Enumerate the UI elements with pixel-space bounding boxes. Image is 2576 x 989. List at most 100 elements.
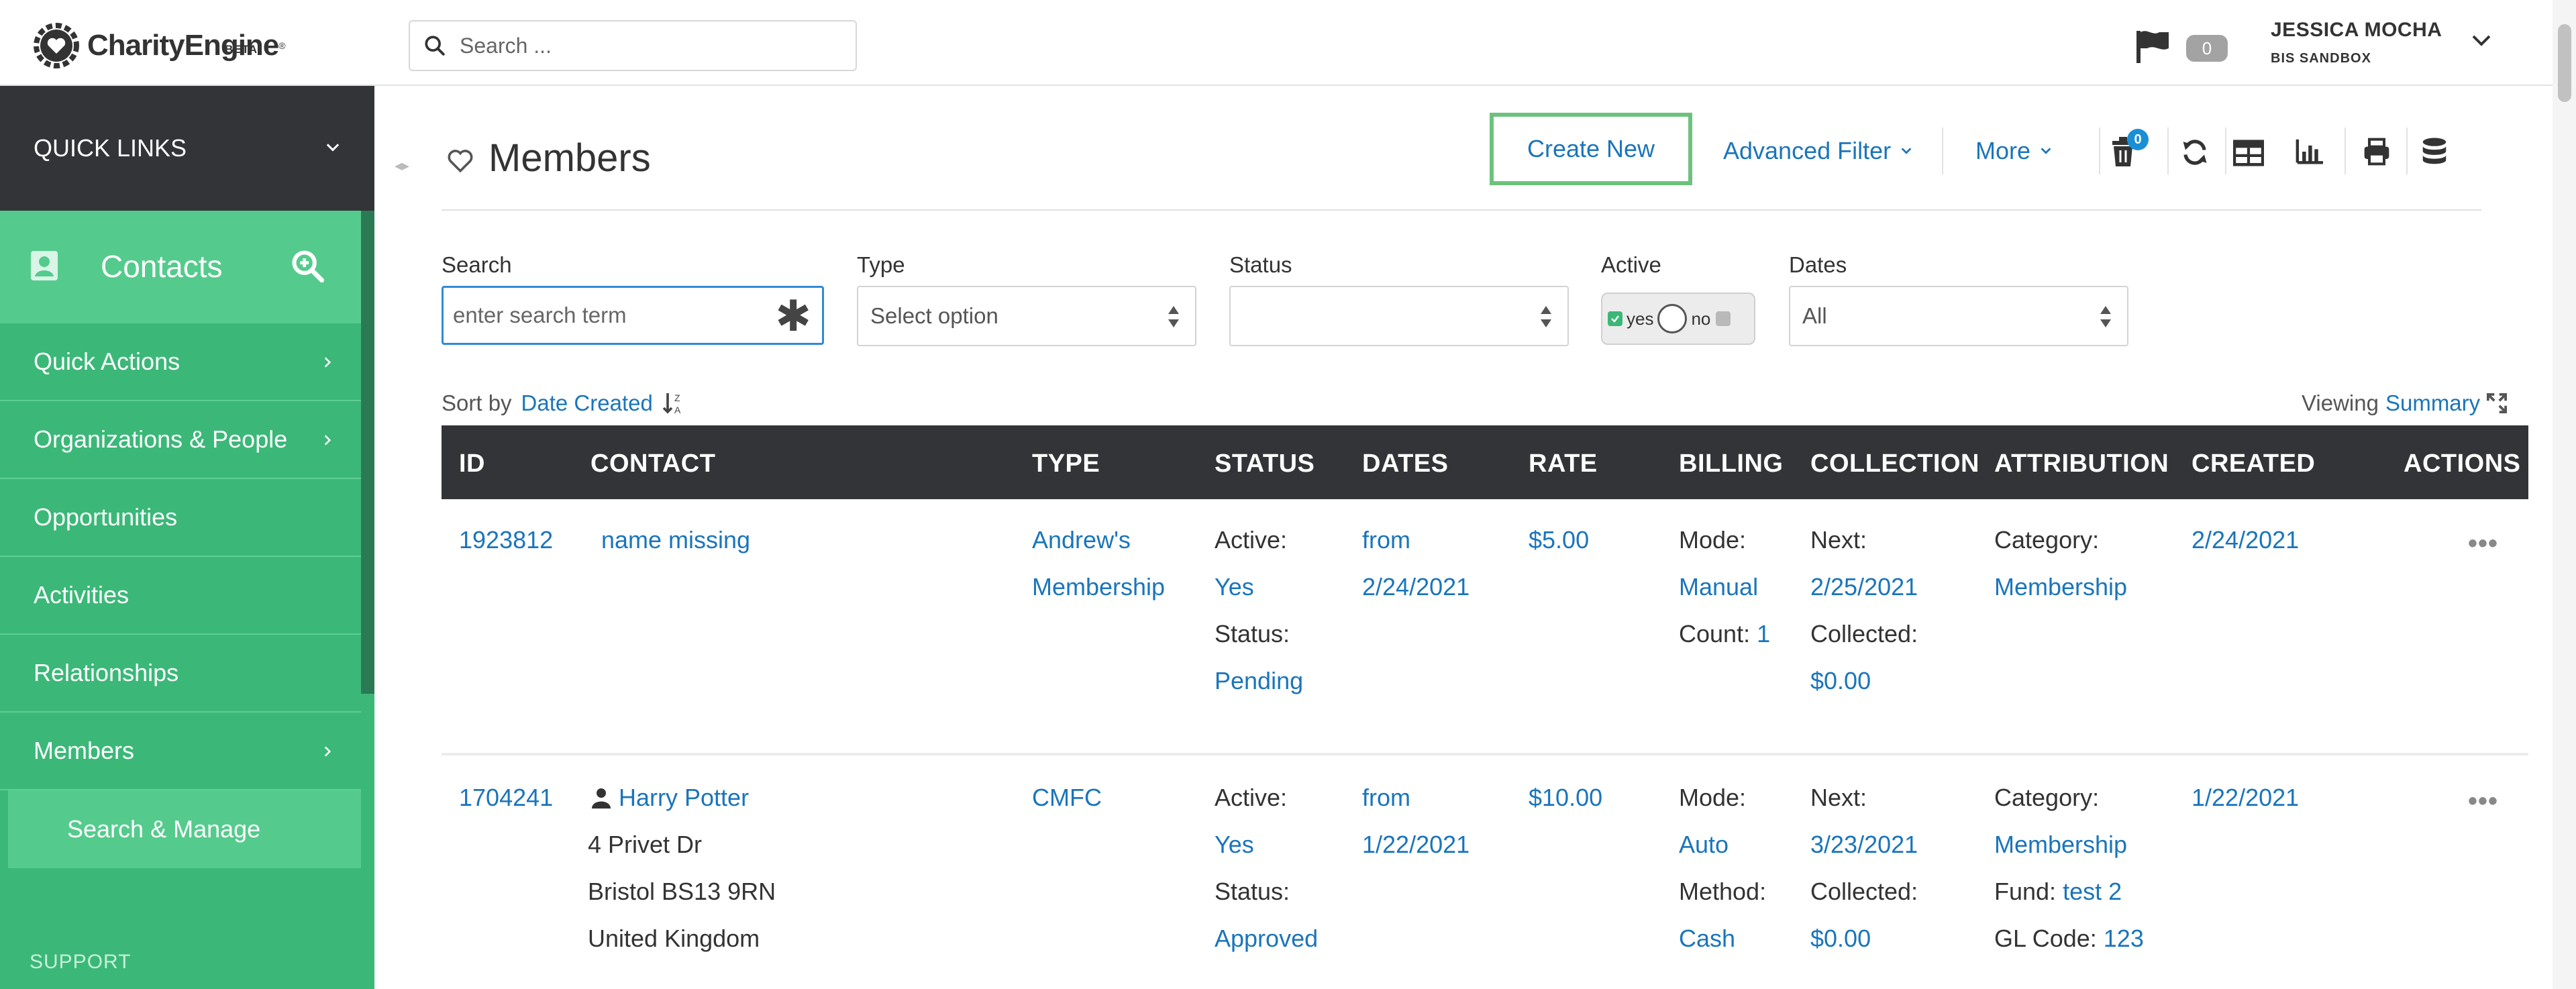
member-search-field[interactable]: ✱ [442,286,824,345]
viewing-label: Viewing [2302,391,2379,415]
member-id-link[interactable]: 1923812 [459,526,553,554]
attribution-category-value[interactable]: Membership [1994,831,2127,858]
sidebar-item-quick-actions[interactable]: Quick Actions [0,323,361,401]
status-active-value[interactable]: Yes [1215,831,1254,858]
row-actions-ellipsis-icon[interactable]: ••• [2468,529,2498,559]
sidebar-item-label: Organizations & People [34,425,288,453]
select-sort-icon [1168,306,1179,327]
collection-next-value[interactable]: 3/23/2021 [1810,831,1918,858]
sort-field-link[interactable]: Date Created [521,391,653,416]
collection-collected-value[interactable]: $0.00 [1810,925,1871,952]
billing-mode-value[interactable]: Auto [1679,831,1729,858]
zoom-search-icon[interactable] [290,248,325,283]
quick-links-header[interactable]: QUICK LINKS [0,86,374,211]
sort-descending-icon[interactable]: ZA [662,392,684,415]
dates-line: from [1362,784,1410,811]
type-select-value: Select option [870,303,998,328]
billing-count-value[interactable]: 1 [1757,620,1770,647]
membership-type-link[interactable]: CMFC [1032,784,1102,811]
billing-label: Mode: [1679,526,1747,554]
column-header-status[interactable]: STATUS [1215,450,1315,478]
sidebar-item-relationships[interactable]: Relationships [0,635,361,713]
sidebar-item-label: Activities [34,581,130,609]
column-header-attribution[interactable]: ATTRIBUTION [1994,450,2169,478]
create-new-button[interactable]: Create New [1490,113,1692,185]
sidebar-item-opportunities[interactable]: Opportunities [0,479,361,557]
status-value[interactable]: Pending [1215,667,1303,694]
print-icon[interactable] [2362,137,2391,166]
active-toggle[interactable]: yes no [1601,293,1755,345]
dates-select-value: All [1802,303,1827,328]
sidebar-item-organizations-people[interactable]: Organizations & People [0,401,361,479]
address-line: 4 Privet Dr [588,831,703,858]
more-dropdown[interactable]: More [1975,137,2053,165]
bar-chart-icon[interactable] [2295,138,2324,165]
column-header-created[interactable]: CREATED [2192,450,2315,478]
viewing-mode-link[interactable]: Summary [2385,391,2480,416]
created-date-link[interactable]: 1/22/2021 [2192,784,2299,811]
billing-method-value[interactable]: Cash [1679,925,1735,952]
toolbar-divider [2167,127,2169,174]
sidebar-item-members[interactable]: Members [0,713,361,790]
chevron-right-icon [324,746,331,757]
collection-next-value[interactable]: 2/25/2021 [1810,573,1918,601]
contact-name-link[interactable]: Harry Potter [619,784,749,811]
table-view-icon[interactable] [2233,140,2264,166]
member-id-link[interactable]: 1704241 [459,784,553,811]
notification-count-badge[interactable]: 0 [2186,35,2228,62]
favorite-heart-icon[interactable] [447,149,474,173]
attribution-category-value[interactable]: Membership [1994,573,2127,601]
dates-select[interactable]: All [1789,286,2128,346]
created-date-link[interactable]: 2/24/2021 [2192,526,2299,554]
expand-icon[interactable] [2487,393,2508,413]
type-select[interactable]: Select option [857,286,1196,346]
table-row: 1704241 Harry Potter 4 Privet Dr Bristol… [442,756,2528,989]
toolbar-divider [2099,127,2100,174]
member-search-input[interactable] [453,303,775,328]
column-header-type[interactable]: TYPE [1032,450,1100,478]
sidebar-item-activities[interactable]: Activities [0,557,361,635]
status-value[interactable]: Approved [1215,925,1318,952]
rate-link[interactable]: $5.00 [1529,526,1589,554]
column-header-dates[interactable]: DATES [1362,450,1448,478]
select-sort-icon [1541,306,1551,327]
flag-icon[interactable] [2134,30,2171,63]
contacts-section-header[interactable]: Contacts [0,211,361,323]
collection-collected-value[interactable]: $0.00 [1810,667,1871,694]
dates-link[interactable]: from 2/24/2021 [1362,526,1470,601]
refresh-icon[interactable] [2181,138,2209,166]
database-icon[interactable] [2421,137,2448,168]
user-name[interactable]: JESSICA MOCHA [2271,19,2442,42]
chevron-down-icon [326,144,340,152]
collapse-sidebar-arrows-icon[interactable]: ◂▸ [395,157,409,174]
column-header-contact[interactable]: CONTACT [590,450,715,478]
page-scrollbar-thumb[interactable] [2558,24,2571,102]
advanced-filter-dropdown[interactable]: Advanced Filter [1723,137,1914,165]
status-active-value[interactable]: Yes [1215,573,1254,601]
row-actions-ellipsis-icon[interactable]: ••• [2468,786,2498,817]
support-section-label[interactable]: SUPPORT [30,951,131,974]
sidebar-scrollbar[interactable] [361,211,374,694]
rate-link[interactable]: $10.00 [1529,784,1602,811]
dates-link[interactable]: from 1/22/2021 [1362,784,1470,858]
page-scrollbar[interactable] [2553,0,2576,989]
billing-label: Count: [1679,620,1751,647]
column-header-collection[interactable]: COLLECTION [1810,450,1979,478]
global-search-input[interactable] [460,33,849,58]
attribution-fund-value[interactable]: test 2 [2063,878,2122,905]
column-header-id[interactable]: ID [459,450,485,478]
column-header-rate[interactable]: RATE [1529,450,1598,478]
chevron-right-icon [324,435,331,446]
contact-name-link[interactable]: name missing [601,526,750,554]
sidebar-subitem-search-manage[interactable]: Search & Manage [8,790,361,868]
status-select[interactable] [1229,286,1569,346]
membership-type-link[interactable]: Andrew's Membership [1032,526,1165,601]
global-search[interactable] [409,20,857,71]
user-menu-chevron-down-icon[interactable] [2469,28,2493,52]
column-header-billing[interactable]: BILLING [1679,450,1783,478]
active-yes-label: yes [1627,308,1654,329]
asterisk-icon[interactable]: ✱ [775,295,811,337]
attribution-glcode-value[interactable]: 123 [2104,925,2144,952]
toggle-knob[interactable] [1657,304,1688,333]
billing-mode-value[interactable]: Manual [1679,573,1758,601]
